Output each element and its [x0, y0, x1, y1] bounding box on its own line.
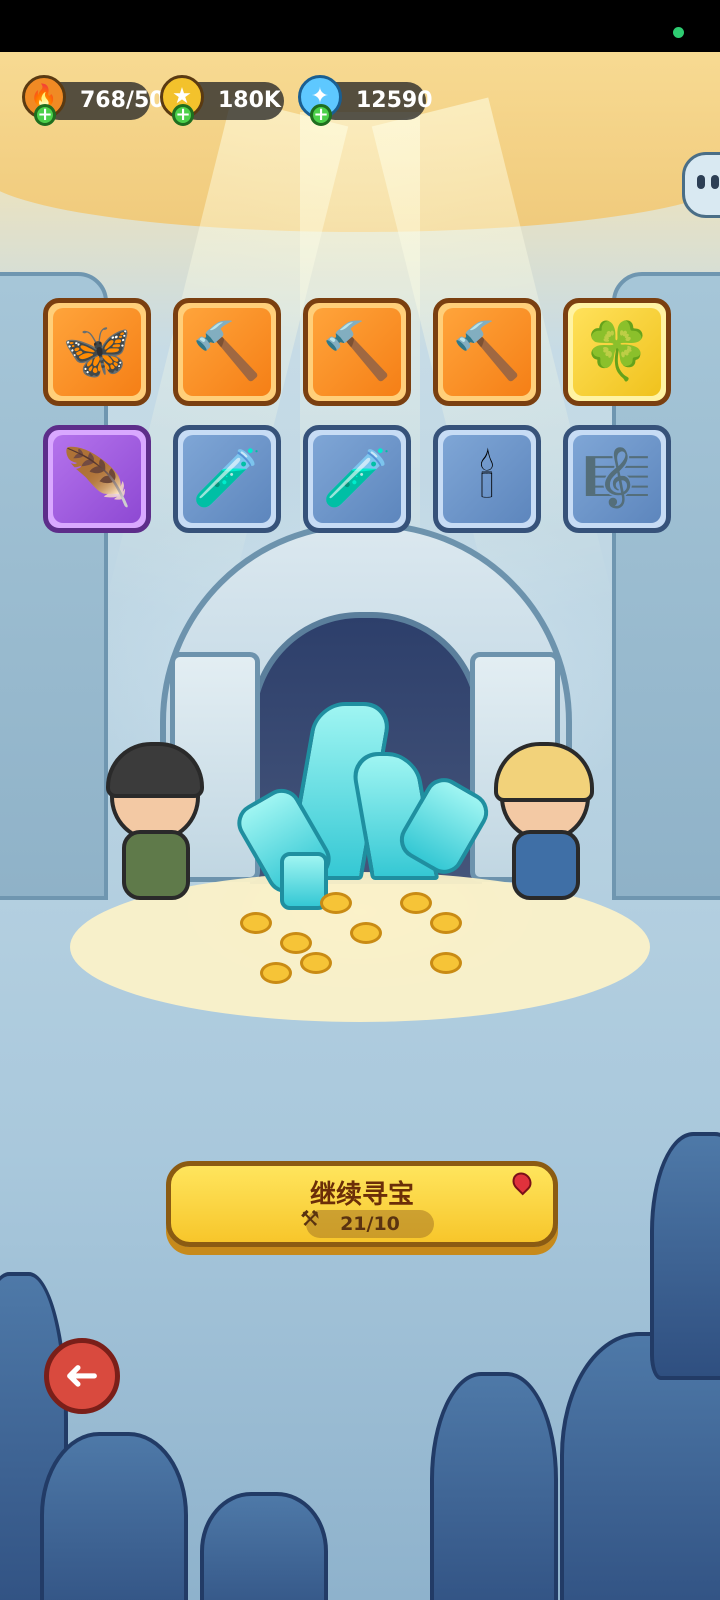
continue-treasure-hunt-button[interactable]: 继续寻宝 ⚒ 21/10	[166, 1161, 558, 1247]
gold-coin	[320, 892, 352, 914]
gold-coin	[400, 892, 432, 914]
item-slot-red-potion[interactable]: 🧪	[173, 425, 281, 533]
add-energy-icon[interactable]: +	[34, 104, 56, 126]
item-slot-lyre[interactable]: 🎼	[563, 425, 671, 533]
side-menu-button[interactable]	[682, 152, 720, 218]
pickaxe-count: 21/10	[340, 1213, 400, 1235]
gold-coin	[300, 952, 332, 974]
gold-coin	[260, 962, 292, 984]
continue-button-label: 继续寻宝	[309, 1180, 414, 1210]
energy-value: 768/50	[80, 88, 165, 113]
item-slot-red-potion[interactable]: 🧪	[303, 425, 411, 533]
gold-coin	[350, 922, 382, 944]
gem-value: 12590	[356, 88, 433, 113]
gold-value: 180K	[218, 88, 281, 113]
potion-icon: 🧪	[192, 446, 262, 511]
pickaxe-icon: ⚒	[300, 1207, 320, 1232]
gold-coin	[240, 912, 272, 934]
resource-bar: 🔥 + 768/50 ★ + 180K ✦ + 12590	[0, 72, 720, 132]
miner-character-left	[100, 742, 210, 912]
side-button-eye	[711, 175, 719, 189]
hammer-icon: 🔨	[452, 319, 522, 384]
miner-character-right	[488, 742, 598, 912]
hammer-icon: 🔨	[322, 319, 392, 384]
hammer-icon: 🔨	[192, 319, 262, 384]
gold-counter[interactable]: ★ + 180K	[160, 75, 284, 126]
back-arrow-icon: ➜	[64, 1350, 100, 1399]
cave-rock	[430, 1372, 558, 1600]
back-button[interactable]: ➜	[44, 1338, 120, 1414]
lyre-icon: 🎼	[582, 446, 652, 511]
clover-ring-icon: 🍀	[582, 319, 652, 384]
potion-icon: 🧪	[322, 446, 392, 511]
add-gold-icon[interactable]: +	[172, 104, 194, 126]
item-slot-hammer[interactable]: 🔨	[433, 298, 541, 406]
pickaxe-counter: ⚒ 21/10	[300, 1207, 434, 1238]
item-slot-clover-ring[interactable]: 🍀	[563, 298, 671, 406]
butterfly-icon: 🦋	[62, 319, 132, 384]
item-slot-phoenix-feather[interactable]: 🪶	[43, 425, 151, 533]
candle-icon: 🕯	[479, 446, 495, 511]
item-slot-hammer[interactable]: 🔨	[173, 298, 281, 406]
cave-rock	[200, 1492, 328, 1600]
item-slot-butterfly-egg[interactable]: 🦋	[43, 298, 151, 406]
item-slot-candle[interactable]: 🕯	[433, 425, 541, 533]
item-slot-hammer[interactable]: 🔨	[303, 298, 411, 406]
side-button-eye	[697, 175, 705, 189]
gem-counter[interactable]: ✦ + 12590	[298, 75, 433, 126]
add-gems-icon[interactable]: +	[310, 104, 332, 126]
energy-counter[interactable]: 🔥 + 768/50	[22, 75, 165, 126]
status-bar	[0, 0, 720, 52]
cave-rock	[650, 1132, 720, 1380]
status-indicator-dot	[673, 27, 684, 38]
feather-icon: 🪶	[62, 446, 132, 511]
gold-coin	[430, 912, 462, 934]
cave-rock	[40, 1432, 188, 1600]
gold-coin	[280, 932, 312, 954]
gold-coin	[430, 952, 462, 974]
